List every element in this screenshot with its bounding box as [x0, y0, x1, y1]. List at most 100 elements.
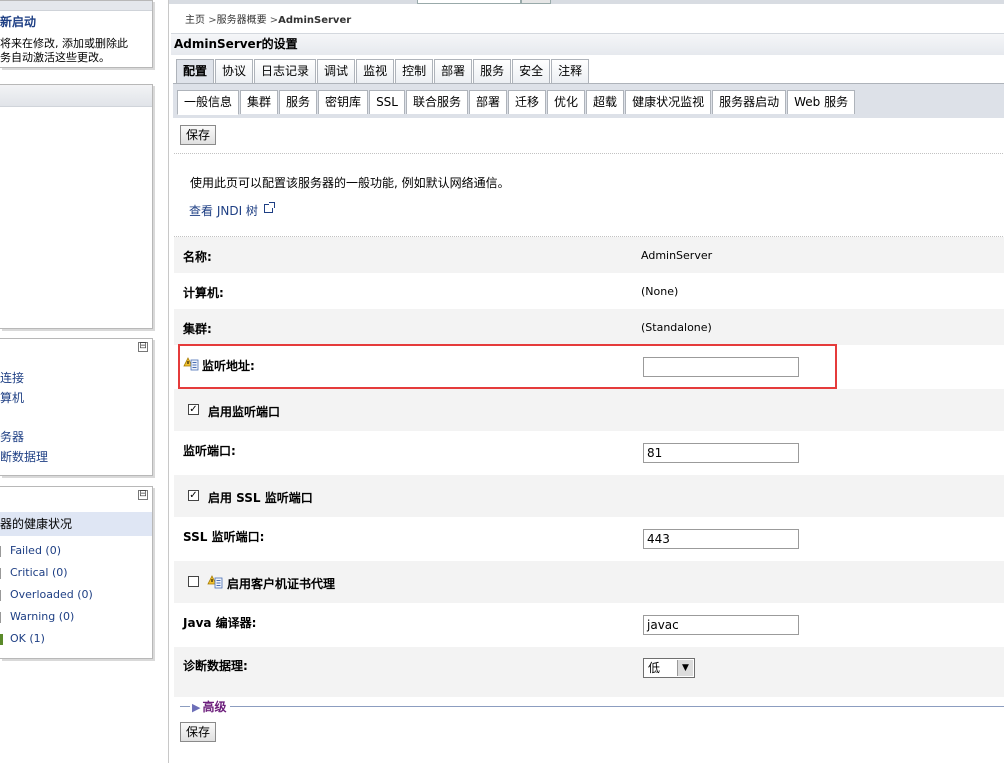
health-failed[interactable]: Failed (0)	[10, 544, 61, 557]
health-overloaded[interactable]: Overloaded (0)	[10, 588, 93, 601]
failed-bar	[0, 546, 3, 557]
cluster-row: 集群: (Standalone)	[174, 309, 1004, 345]
diagnostic-volume-row: 诊断数据理: 低 ▼	[174, 647, 1004, 697]
system-status-panel: ⊟ 器的健康状况 Failed (0) Critical (0) Overloa…	[0, 486, 153, 659]
java-compiler-input[interactable]: javac	[643, 615, 799, 635]
name-label: 名称:	[183, 250, 212, 264]
activate-title: 新启动	[0, 15, 37, 29]
tab-notes[interactable]: 注释	[551, 59, 590, 83]
listen-port-input[interactable]: 81	[643, 443, 799, 463]
search-input[interactable]	[417, 0, 521, 4]
advanced-toggle[interactable]: ▶ 高级	[190, 698, 231, 715]
tab-server-start[interactable]: 服务器启动	[712, 90, 787, 114]
tab-configuration[interactable]: 配置	[176, 59, 215, 84]
listen-port-label: 监听端口:	[183, 444, 236, 458]
help-link-connect[interactable]: 连接	[0, 369, 24, 386]
diagnostic-volume-label: 诊断数据理:	[183, 659, 248, 673]
search-button[interactable]	[521, 0, 551, 4]
tab-ssl[interactable]: SSL	[369, 90, 405, 114]
advanced-label: 高级	[202, 700, 227, 714]
tab-cluster[interactable]: 集群	[240, 90, 279, 114]
change-center-panel: 新启动 将来在修改, 添加或删除此 务自动激活这些更改。	[0, 0, 153, 68]
listen-port-row: 监听端口: 81	[174, 431, 1004, 475]
tab-debug[interactable]: 调试	[317, 59, 356, 83]
java-compiler-label: Java 编译器:	[183, 616, 257, 630]
tab-federation-services[interactable]: 联合服务	[405, 90, 468, 114]
diagnostic-volume-value: 低	[648, 661, 661, 675]
tab-web-services[interactable]: Web 服务	[787, 90, 856, 114]
divider	[174, 153, 1004, 154]
cluster-value: (Standalone)	[641, 321, 712, 334]
highlight-box	[178, 344, 837, 389]
client-cert-proxy-row: 启用客户机证书代理	[174, 561, 1004, 603]
external-link-icon	[263, 202, 275, 213]
tab-overload[interactable]: 超载	[586, 90, 625, 114]
tab-logging[interactable]: 日志记录	[254, 59, 317, 83]
breadcrumb-home[interactable]: 主页	[185, 15, 205, 26]
page-title: AdminServer的设置	[171, 33, 1004, 55]
ssl-enabled-checkbox[interactable]: ✓	[188, 490, 199, 501]
listen-port-enabled-label: 启用监听端口	[208, 405, 281, 419]
tab-protocols[interactable]: 协议	[215, 59, 254, 83]
client-cert-proxy-checkbox[interactable]	[188, 576, 199, 587]
tab-monitoring[interactable]: 监视	[356, 59, 395, 83]
breadcrumb: 主页 >服务器概要 >AdminServer	[185, 11, 351, 26]
main-content: 主页 >服务器概要 >AdminServer AdminServer的设置 配置…	[168, 0, 1004, 763]
machine-label: 计算机:	[183, 286, 224, 300]
activate-text: 将来在修改, 添加或删除此 务自动激活这些更改。	[0, 37, 128, 64]
ok-bar	[0, 634, 3, 645]
tab-keystores[interactable]: 密钥库	[318, 90, 369, 114]
top-toolbar-strip	[169, 0, 1004, 4]
health-title: 器的健康状况	[0, 512, 152, 536]
tab-deployments[interactable]: 部署	[434, 59, 473, 83]
tab-tuning[interactable]: 优化	[547, 90, 586, 114]
breadcrumb-separator: >	[208, 15, 217, 26]
view-jndi-tree-link[interactable]: 查看 JNDI 树	[189, 202, 275, 219]
advanced-divider	[180, 706, 1004, 707]
tab-security[interactable]: 安全	[512, 59, 551, 83]
collapse-icon[interactable]: ⊟	[138, 342, 148, 352]
tab-services-sub[interactable]: 服务	[279, 90, 318, 114]
domain-structure-panel	[0, 84, 153, 329]
collapse-icon[interactable]: ⊟	[138, 490, 148, 500]
ssl-enabled-row: ✓ 启用 SSL 监听端口	[174, 475, 1004, 517]
primary-tabs: 配置 协议 日志记录 调试 监视 控制 部署 服务 安全 注释	[176, 59, 590, 84]
tab-health-monitoring[interactable]: 健康状况监视	[625, 90, 712, 114]
tab-deployment-sub[interactable]: 部署	[469, 90, 508, 114]
left-sidebar: 新启动 将来在修改, 添加或删除此 务自动激活这些更改。 ⊟ 连接 算机 务器 …	[0, 0, 168, 763]
save-button-bottom[interactable]: 保存	[180, 722, 216, 742]
ssl-port-row: SSL 监听端口: 443	[174, 517, 1004, 561]
machine-row: 计算机: (None)	[174, 273, 1004, 309]
critical-bar	[0, 568, 3, 579]
help-link-server[interactable]: 务器	[0, 428, 24, 445]
breadcrumb-summary[interactable]: 服务器概要	[217, 15, 267, 26]
domain-structure-header	[0, 85, 152, 107]
health-warning[interactable]: Warning (0)	[10, 610, 74, 623]
breadcrumb-current: AdminServer	[278, 15, 352, 26]
java-compiler-row: Java 编译器: javac	[174, 603, 1004, 647]
help-link-diagnostics[interactable]: 断数据理	[0, 448, 48, 465]
change-center-header	[0, 1, 152, 11]
save-button[interactable]: 保存	[180, 125, 216, 145]
tab-services[interactable]: 服务	[473, 59, 512, 83]
warning-bar	[0, 612, 3, 623]
breadcrumb-separator: >	[269, 15, 279, 26]
triangle-right-icon: ▶	[192, 701, 201, 714]
health-critical[interactable]: Critical (0)	[10, 566, 68, 579]
secondary-tabs: 一般信息 集群 服务 密钥库 SSL 联合服务 部署 迁移 优化 超载 健康状况…	[177, 90, 856, 115]
ssl-port-input[interactable]: 443	[643, 529, 799, 549]
tab-migration[interactable]: 迁移	[508, 90, 547, 114]
tab-general[interactable]: 一般信息	[177, 90, 240, 115]
name-value: AdminServer	[641, 249, 713, 262]
cluster-label: 集群:	[183, 322, 212, 336]
view-jndi-tree-label: 查看 JNDI 树	[189, 204, 258, 218]
listen-port-enabled-row: ✓ 启用监听端口	[174, 389, 1004, 431]
listen-port-enabled-checkbox[interactable]: ✓	[188, 404, 199, 415]
health-ok[interactable]: OK (1)	[10, 632, 45, 645]
help-link-machine[interactable]: 算机	[0, 389, 24, 406]
chevron-down-icon: ▼	[677, 660, 693, 676]
how-do-i-panel: ⊟ 连接 算机 务器 断数据理	[0, 338, 153, 476]
diagnostic-volume-select[interactable]: 低 ▼	[643, 658, 695, 678]
ssl-port-label: SSL 监听端口:	[183, 530, 265, 544]
tab-control[interactable]: 控制	[395, 59, 434, 83]
